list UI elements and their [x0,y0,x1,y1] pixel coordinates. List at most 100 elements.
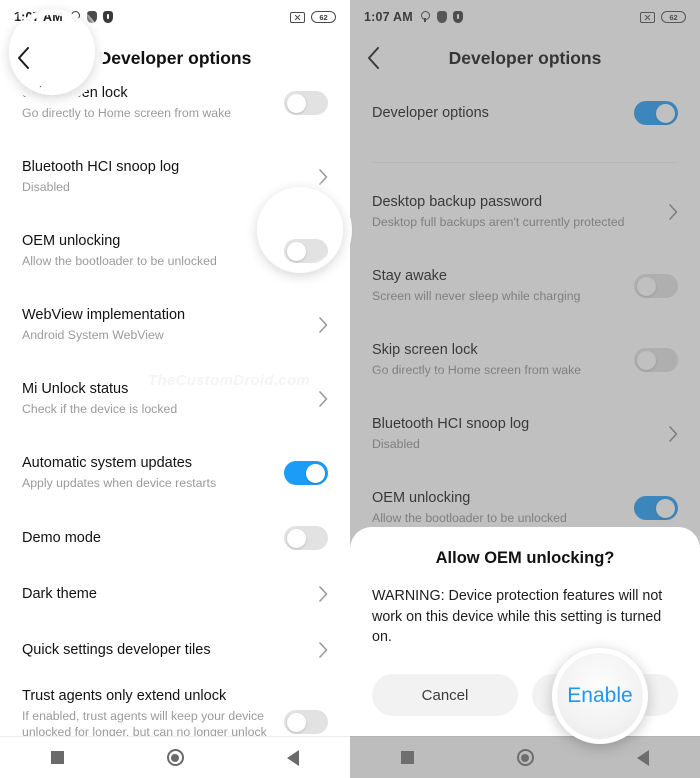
list-item-title: OEM unlocking [22,233,121,250]
row-texts: Mi Unlock status Check if the device is … [22,380,310,417]
list-item-title: Automatic system updates [22,455,193,472]
circle-home-icon[interactable] [516,749,534,766]
list-item-title: Stay awake [372,268,447,285]
status-bar-left-icons [420,11,463,23]
toggle-knob [306,463,325,483]
list-item-title: Dark theme [22,585,97,602]
row-texts: Skip screen lock Go directly to Home scr… [22,84,284,121]
toggle-demo-mode[interactable] [284,526,328,550]
list-item-subtitle: Screen will never sleep while charging [372,288,581,303]
list-item[interactable]: Demo mode [0,510,350,566]
row-texts: OEM unlocking Allow the bootloader to be… [372,489,634,526]
app-bar-right: Developer options [350,34,700,82]
list-item[interactable]: WebView implementation Android System We… [0,288,350,362]
list-item[interactable]: Desktop backup password Desktop full bac… [350,175,700,249]
row-texts: Quick settings developer tiles [22,641,310,659]
settings-list-right: Developer options Desktop backup passwor… [350,82,700,545]
toggle-knob [287,712,306,732]
list-item-title: Developer options [372,104,489,121]
list-item[interactable]: Skip screen lock Go directly to Home scr… [350,323,700,397]
chevron-right-icon [310,586,328,602]
vpn-key-icon [452,11,463,23]
list-item-title: Demo mode [22,529,101,546]
square-recents-icon[interactable] [51,751,65,764]
location-icon [70,11,81,23]
section-divider [372,162,678,163]
highlight-ring-enable-button[interactable]: Enable [552,648,648,744]
toggle-trust-agents[interactable] [284,710,328,734]
list-item-subtitle: Allow the bootloader to be unlocked [22,253,217,268]
list-item[interactable]: Developer options [350,82,700,144]
right-phone-screen: 1:07 AM 62 Developer options Developer o… [350,0,700,778]
list-item-title: Skip screen lock [372,342,478,359]
toggle-oem-unlocking[interactable] [634,496,678,520]
list-item-title: Mi Unlock status [22,381,129,398]
page-title: Developer options [98,47,252,68]
list-item-subtitle: Android System WebView [22,327,164,342]
shield-icon [436,11,447,23]
settings-list-left: Skip screen lock Go directly to Home scr… [0,66,350,778]
list-item-subtitle: Check if the device is locked [22,401,178,416]
list-item[interactable]: Automatic system updates Apply updates w… [0,436,350,510]
status-bar-left-icons [70,11,113,23]
list-item-subtitle: Disabled [22,179,70,194]
list-item[interactable]: Stay awake Screen will never sleep while… [350,249,700,323]
toggle-knob [637,350,656,370]
left-phone-screen: 1:07 AM 62 Developer options Skip screen… [0,0,350,778]
triangle-back-icon[interactable] [636,749,649,766]
chevron-right-icon [310,642,328,658]
page-title: Developer options [448,47,602,68]
screenshot-stage: 1:07 AM 62 Developer options Skip screen… [0,0,700,778]
list-item-subtitle: Allow the bootloader to be unlocked [372,510,567,525]
row-texts: Automatic system updates Apply updates w… [22,454,284,491]
list-item-title: WebView implementation [22,307,186,324]
circle-home-icon[interactable] [166,749,184,766]
chevron-right-icon [660,204,678,220]
status-bar-right-icons: 62 [640,11,686,23]
list-item[interactable]: Bluetooth HCI snoop log Disabled [350,397,700,471]
status-bar-time: 1:07 AM [14,10,63,24]
list-item-title: OEM unlocking [372,490,471,507]
back-button[interactable] [350,34,396,82]
list-item-title: Bluetooth HCI snoop log [22,159,180,176]
chevron-right-icon [310,391,328,407]
row-texts: Dark theme [22,585,310,603]
nav-bar-right [350,736,700,778]
list-item[interactable]: Dark theme [0,566,350,622]
toggle-knob [287,241,306,261]
back-button[interactable] [0,34,46,82]
location-icon [420,11,431,23]
triangle-back-icon[interactable] [286,749,299,766]
toggle-skip-screen-lock[interactable] [284,91,328,115]
status-bar-right-icons: 62 [290,11,336,23]
toggle-stay-awake[interactable] [634,274,678,298]
vpn-key-icon [102,11,113,23]
chevron-right-icon [310,317,328,333]
square-recents-icon[interactable] [401,751,415,764]
list-item-oem-unlocking[interactable]: OEM unlocking Allow the bootloader to be… [0,214,350,288]
dialog-body: WARNING: Device protection features will… [372,587,663,646]
list-item[interactable]: Quick settings developer tiles [0,622,350,678]
row-texts: Bluetooth HCI snoop log Disabled [22,158,310,195]
nav-bar-left [0,736,350,778]
toggle-automatic-system-updates[interactable] [284,461,328,485]
status-bar-time: 1:07 AM [364,10,413,24]
toggle-knob [656,103,675,123]
list-item-title: Skip screen lock [22,85,128,102]
enable-button-highlight-label: Enable [567,684,633,707]
list-item[interactable]: Bluetooth HCI snoop log Disabled [0,140,350,214]
shield-icon [86,11,97,23]
toggle-knob [656,498,675,518]
no-sim-icon [290,11,305,23]
row-texts: Stay awake Screen will never sleep while… [372,267,634,304]
cancel-button[interactable]: Cancel [372,674,518,716]
toggle-skip-screen-lock[interactable] [634,348,678,372]
battery-indicator: 62 [661,11,686,23]
row-texts: Demo mode [22,529,284,547]
list-item[interactable]: Mi Unlock status Check if the device is … [0,362,350,436]
toggle-oem-unlocking[interactable] [284,239,328,263]
toggle-developer-options[interactable] [634,101,678,125]
list-item-subtitle: Apply updates when device restarts [22,475,217,490]
list-item-subtitle: Go directly to Home screen from wake [372,362,582,377]
list-item-subtitle: Go directly to Home screen from wake [22,105,232,120]
